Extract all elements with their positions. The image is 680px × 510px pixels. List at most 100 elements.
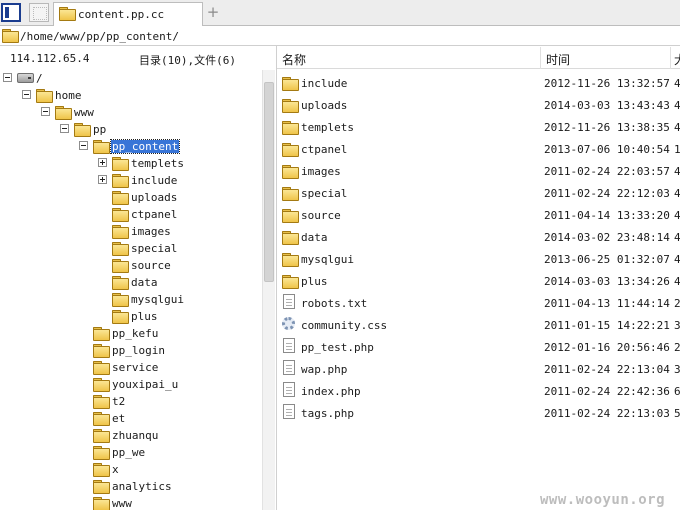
file-name: templets [301, 121, 354, 134]
folder-icon [282, 275, 299, 289]
tree-item-label: analytics [112, 480, 172, 493]
folder-icon [282, 99, 299, 113]
tree-item-label: plus [131, 310, 158, 323]
tab-title: content.pp.cc [78, 8, 165, 21]
tree-scroll-thumb[interactable] [264, 82, 274, 282]
folder-icon [2, 29, 19, 43]
expand-icon[interactable] [98, 175, 107, 184]
file-time: 2012-01-16 20:56:46 [544, 341, 670, 354]
file-row[interactable]: include 2012-11-26 13:32:57 4 [277, 72, 680, 94]
folder-icon [112, 157, 129, 171]
file-row[interactable]: community.css 2011-01-15 14:22:21 3 [277, 314, 680, 336]
file-row[interactable]: index.php 2011-02-24 22:42:36 6 [277, 380, 680, 402]
current-path[interactable]: /home/www/pp/pp_content/ [20, 30, 179, 43]
file-size: 4 [674, 275, 680, 288]
file-name: robots.txt [301, 297, 368, 310]
file-name: wap.php [301, 363, 348, 376]
blank-page-icon[interactable] [29, 3, 49, 22]
folder-icon [282, 253, 299, 267]
folder-icon [112, 191, 129, 205]
folder-icon [112, 293, 129, 307]
tree-scrollbar[interactable] [262, 70, 275, 510]
file-row[interactable]: tags.php 2011-02-24 22:13:03 5 [277, 402, 680, 424]
file-time: 2014-03-03 13:43:43 [544, 99, 670, 112]
active-tab[interactable]: content.pp.cc [53, 2, 203, 26]
file-size: 4 [674, 187, 680, 200]
folder-icon [282, 231, 299, 245]
column-name-header[interactable]: 名称 [282, 51, 306, 68]
file-size: 4 [674, 231, 680, 244]
tree-item-label: / [36, 72, 43, 85]
panel-toggle-icon[interactable] [1, 3, 21, 22]
collapse-icon[interactable] [41, 107, 50, 116]
text-file-icon [283, 294, 295, 309]
tree-item-label: www [74, 106, 94, 119]
folder-icon [93, 463, 110, 477]
collapse-icon[interactable] [3, 73, 12, 82]
folder-icon [59, 7, 76, 21]
file-time: 2011-04-14 13:33:20 [544, 209, 670, 222]
file-row[interactable]: uploads 2014-03-03 13:43:43 4 [277, 94, 680, 116]
file-row[interactable]: images 2011-02-24 22:03:57 4 [277, 160, 680, 182]
file-name: plus [301, 275, 328, 288]
file-time: 2012-11-26 13:38:35 [544, 121, 670, 134]
tree-item-label: youxipai_u [112, 378, 179, 391]
file-row[interactable]: templets 2012-11-26 13:38:35 4 [277, 116, 680, 138]
folder-icon [112, 259, 129, 273]
file-name: mysqlgui [301, 253, 354, 266]
file-size: 4 [674, 77, 680, 90]
file-row[interactable]: mysqlgui 2013-06-25 01:32:07 4 [277, 248, 680, 270]
file-list: include 2012-11-26 13:32:57 4 uploads 2014-0… [277, 72, 680, 510]
file-row[interactable]: wap.php 2011-02-24 22:13:04 3 [277, 358, 680, 380]
column-separator[interactable] [670, 47, 671, 69]
folder-icon [282, 77, 299, 91]
path-bar[interactable]: /home/www/pp/pp_content/ [0, 26, 680, 46]
file-name: community.css [301, 319, 388, 332]
folder-icon [93, 412, 110, 426]
file-name: include [301, 77, 348, 90]
folder-icon [112, 310, 129, 324]
file-row[interactable]: source 2011-04-14 13:33:20 4 [277, 204, 680, 226]
drive-icon [17, 73, 34, 83]
file-row[interactable]: pp_test.php 2012-01-16 20:56:46 2 [277, 336, 680, 358]
server-ip: 114.112.65.4 [10, 52, 90, 65]
file-size: 4 [674, 165, 680, 178]
file-row[interactable]: data 2014-03-02 23:48:14 4 [277, 226, 680, 248]
tree-item-label: include [131, 174, 178, 187]
folder-icon [55, 106, 72, 120]
column-size-header[interactable]: 大 [674, 51, 680, 68]
tree-item-label: service [112, 361, 159, 374]
file-name: special [301, 187, 348, 200]
file-row[interactable]: plus 2014-03-03 13:34:26 4 [277, 270, 680, 292]
folder-icon [93, 480, 110, 494]
expand-icon[interactable] [98, 158, 107, 167]
tree-item-label: data [131, 276, 158, 289]
file-time: 2013-06-25 01:32:07 [544, 253, 670, 266]
tree-item-label: images [131, 225, 171, 238]
folder-icon [93, 395, 110, 409]
folder-icon [282, 121, 299, 135]
collapse-icon[interactable] [22, 90, 31, 99]
folder-icon [112, 225, 129, 239]
tree-item-label: t2 [112, 395, 126, 408]
file-name: images [301, 165, 341, 178]
file-size: 1 [674, 143, 680, 156]
new-tab-button[interactable]: + [205, 3, 221, 21]
folder-icon [36, 89, 53, 103]
file-row[interactable]: robots.txt 2011-04-13 11:44:14 2 [277, 292, 680, 314]
file-time: 2011-02-24 22:42:36 [544, 385, 670, 398]
file-row[interactable]: ctpanel 2013-07-06 10:40:54 1 [277, 138, 680, 160]
file-time: 2011-04-13 11:44:14 [544, 297, 670, 310]
tree-item-label: pp_content [109, 139, 181, 154]
collapse-icon[interactable] [79, 141, 88, 150]
folder-icon [282, 209, 299, 223]
tree-item-label: pp [93, 123, 107, 136]
tree-item-label: pp_kefu [112, 327, 159, 340]
file-size: 4 [674, 99, 680, 112]
column-separator[interactable] [540, 47, 541, 69]
file-size: 3 [674, 363, 680, 376]
file-row[interactable]: special 2011-02-24 22:12:03 4 [277, 182, 680, 204]
collapse-icon[interactable] [60, 124, 69, 133]
column-time-header[interactable]: 时间 [546, 51, 570, 68]
folder-icon [93, 497, 110, 510]
